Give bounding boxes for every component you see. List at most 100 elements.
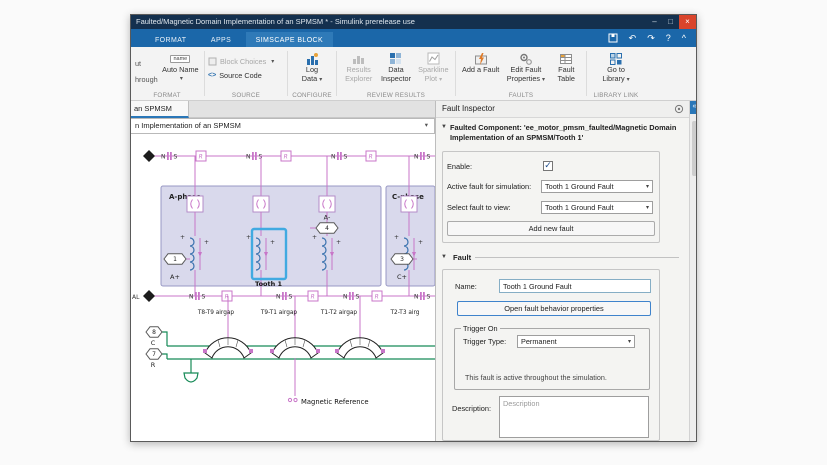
select-fault-dropdown[interactable]: Tooth 1 Ground Fault ▾ <box>541 201 653 214</box>
enable-label: Enable: <box>447 162 472 171</box>
log-data-icon <box>305 52 319 66</box>
open-fault-behavior-button[interactable]: Open fault behavior properties <box>457 301 651 316</box>
collapse-panel-icon[interactable]: « <box>690 101 697 114</box>
fault-section-label: Fault <box>453 253 471 262</box>
winding-block[interactable] <box>253 196 269 212</box>
ribbon-separator <box>336 51 337 96</box>
data-inspector-button[interactable]: Data Inspector <box>377 49 414 83</box>
results-explorer-button[interactable]: Results Explorer <box>340 49 377 83</box>
active-fault-dropdown[interactable]: Tooth 1 Ground Fault ▾ <box>541 180 653 193</box>
chevron-down-icon: ▾ <box>646 204 649 211</box>
magnet-port <box>381 349 385 353</box>
chevron-down-icon: ▾ <box>319 77 322 83</box>
trigger-type-dropdown[interactable]: Permanent ▾ <box>517 335 635 348</box>
winding-symbol <box>337 152 339 160</box>
go-to-library-button[interactable]: Go to Library▾ <box>595 49 637 84</box>
pole-label-n: N <box>189 293 194 300</box>
group-label-configure: CONFIGURE <box>289 92 335 99</box>
panel-title: Fault Inspector <box>442 104 495 113</box>
name-label: Name: <box>455 282 477 291</box>
ribbon-group-faults: Add a Fault Edit Fault Properties▾ Fault… <box>457 47 585 100</box>
winding-symbol <box>167 152 169 160</box>
edit-fault-properties-button[interactable]: Edit Fault Properties▾ <box>502 49 549 84</box>
check-icon: ✓ <box>544 160 552 170</box>
quick-access-toolbar: ↶ ↷ ? ^ <box>608 29 686 47</box>
section-faulted-component[interactable]: ▼ Faulted Component: 'ee_motor_pmsm_faul… <box>441 123 682 142</box>
sparkline-plot-icon <box>427 52 440 65</box>
cut-port-label: AL <box>132 294 140 301</box>
airgap-label: T2-T3 airg <box>390 310 420 316</box>
bus-port-diamond[interactable] <box>143 290 155 302</box>
reluctance-label: R <box>284 153 288 160</box>
plus-mark: + <box>270 239 275 246</box>
pole-label-n: N <box>414 153 419 160</box>
trigger-on-legend: Trigger On <box>461 324 500 333</box>
source-code-button[interactable]: <> Source Code <box>208 71 274 80</box>
help-icon[interactable]: ? <box>666 29 671 47</box>
cut-button-label[interactable]: ut <box>135 59 158 68</box>
faulted-component-box: Enable: ✓ Active fault for simulation: T… <box>442 151 660 243</box>
winding-symbol <box>340 152 342 160</box>
model-canvas[interactable]: A-phase C-phase NSNSNSNSNSNSNSNSRRRRRR++… <box>131 134 435 442</box>
winding-block[interactable] <box>401 196 417 212</box>
source-code-icon: <> <box>208 72 216 79</box>
cut-button-label[interactable]: hrough <box>135 75 158 84</box>
magnetic-reference-symbol[interactable] <box>184 373 198 382</box>
minimize-button[interactable]: – <box>647 15 662 29</box>
ribbon: ut hrough name Auto Name ▾ FORMAT Block … <box>131 47 696 101</box>
breadcrumb[interactable]: n Implementation of an SPMSM ▾ <box>131 118 435 134</box>
add-a-fault-button[interactable]: Add a Fault <box>459 49 502 75</box>
close-button[interactable]: × <box>679 15 696 29</box>
ribbon-group-format: ut hrough name Auto Name ▾ FORMAT <box>131 47 203 100</box>
winding-symbol <box>420 292 422 300</box>
edit-fault-properties-icon <box>519 52 533 66</box>
winding-block[interactable] <box>187 196 203 212</box>
trigger-note: This fault is active throughout the simu… <box>465 373 645 382</box>
redo-icon[interactable]: ↷ <box>647 29 655 47</box>
select-fault-value: Tooth 1 Ground Fault <box>545 203 614 212</box>
panel-scrollbar-strip[interactable]: « <box>689 101 697 442</box>
circuit-diagram[interactable]: A-phase C-phase NSNSNSNSNSNSNSNSRRRRRR++… <box>131 134 435 442</box>
plus-mark: + <box>312 234 317 241</box>
reference-port-glyph <box>294 398 297 401</box>
chevron-down-icon: ▾ <box>180 75 183 82</box>
enable-checkbox[interactable]: ✓ <box>543 161 553 171</box>
titlebar: Faulted/Magnetic Domain Implementation o… <box>131 15 696 29</box>
fault-box: Name: Open fault behavior properties Tri… <box>442 269 660 441</box>
chevron-down-icon: ▾ <box>627 77 630 83</box>
add-fault-icon <box>474 52 488 66</box>
sparkline-plot-button[interactable]: Sparkline Plot▾ <box>415 49 452 84</box>
port-label: A+ <box>170 273 180 281</box>
panel-options-icon[interactable] <box>674 104 684 114</box>
pole-label-n: N <box>331 153 336 160</box>
save-icon[interactable] <box>608 33 618 43</box>
winding-block[interactable] <box>319 196 335 212</box>
collapse-ribbon-icon[interactable]: ^ <box>682 29 686 47</box>
undo-icon[interactable]: ↶ <box>629 29 637 47</box>
fault-name-input[interactable] <box>499 279 651 293</box>
maximize-button[interactable]: □ <box>663 15 678 29</box>
add-new-fault-button[interactable]: Add new fault <box>447 221 655 236</box>
bus-port-diamond[interactable] <box>143 150 155 162</box>
document-tab[interactable]: an SPMSM <box>131 101 189 118</box>
auto-name-button[interactable]: name Auto Name ▾ <box>160 49 201 82</box>
winding-symbol <box>170 152 172 160</box>
pole-label-n: N <box>161 153 166 160</box>
magnetic-reference-label: Magnetic Reference <box>301 398 369 406</box>
pole-label-n: N <box>343 293 348 300</box>
go-to-library-icon <box>609 52 623 66</box>
green-wire <box>162 332 167 346</box>
section-fault[interactable]: ▼ Fault <box>441 253 679 262</box>
block-choices-button[interactable]: Block Choices ▾ <box>208 57 274 66</box>
group-label-faults: FAULTS <box>457 92 585 99</box>
winding-symbol <box>282 292 284 300</box>
ribbon-tabbar: FORMAT APPS SIMSCAPE BLOCK ↶ ↷ ? ^ <box>131 29 696 47</box>
port-number: 1 <box>173 256 177 263</box>
description-textarea[interactable] <box>499 396 649 438</box>
reluctance-label: R <box>311 293 315 300</box>
log-data-button[interactable]: Log Data▾ <box>291 49 333 84</box>
group-label-format: FORMAT <box>131 92 203 99</box>
fault-table-button[interactable]: Fault Table <box>550 49 583 83</box>
scrollbar-thumb[interactable] <box>692 121 697 176</box>
plus-mark: + <box>394 234 399 241</box>
